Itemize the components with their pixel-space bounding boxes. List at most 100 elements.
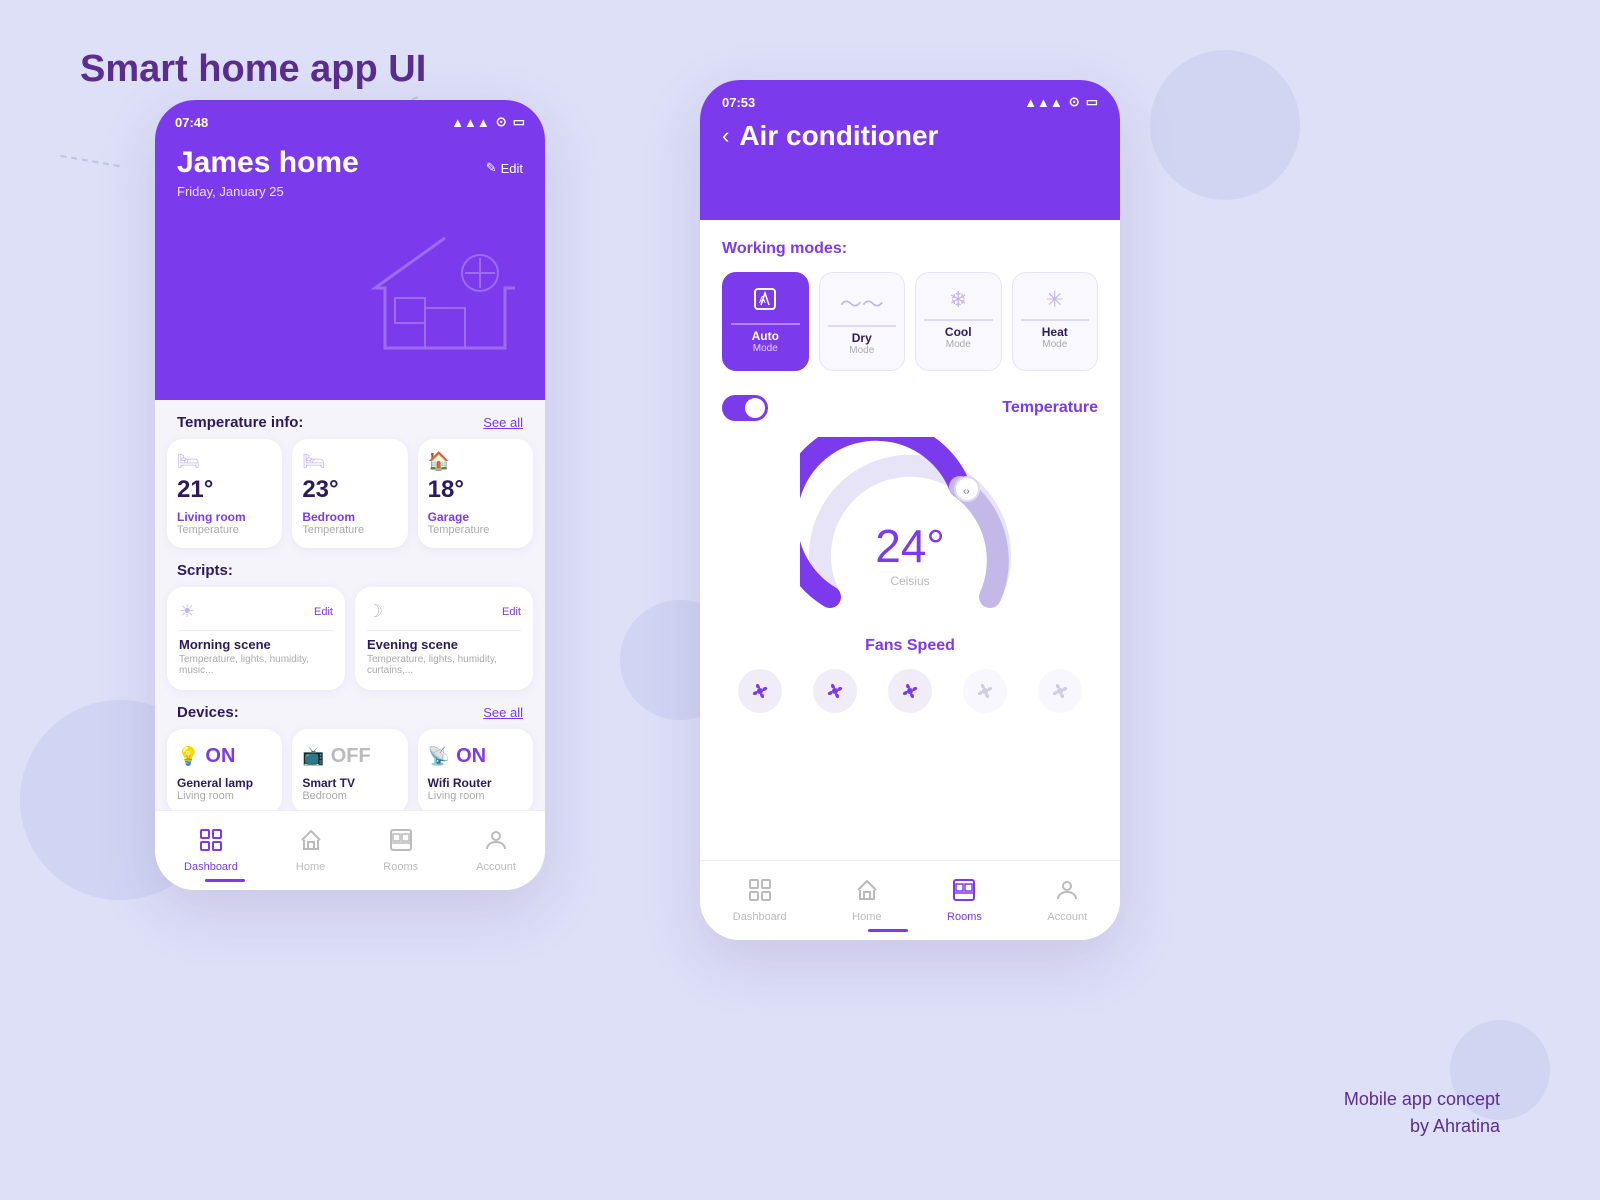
scripts-title: Scripts:: [177, 562, 233, 579]
temp-section-header: Temperature info: See all: [155, 400, 545, 439]
temp-label-living: Temperature: [177, 524, 272, 536]
auto-icon: A: [731, 287, 800, 317]
device-wifi-status-row: 📡 ON: [428, 741, 523, 772]
temp-section-title: Temperature info:: [177, 414, 303, 431]
heat-icon: ✳: [1021, 287, 1090, 313]
temp-card-living[interactable]: 🛏 21° Living room Temperature: [167, 439, 282, 548]
dashboard-icon: [200, 829, 222, 857]
cool-mode-label: Mode: [924, 339, 993, 350]
nav-dashboard[interactable]: Dashboard: [184, 829, 238, 873]
device-tv-status: OFF: [331, 745, 371, 768]
account-icon: [485, 829, 507, 857]
script-morning-edit[interactable]: Edit: [314, 606, 333, 618]
bed-icon: 🛏: [177, 451, 272, 472]
temp-label-bedroom: Temperature: [302, 524, 397, 536]
temp-see-all[interactable]: See all: [483, 415, 523, 430]
script-evening-header: ☽ Edit: [367, 601, 521, 622]
script-evening-desc: Temperature, lights, humidity, curtains,…: [367, 654, 521, 676]
wifi-icon: ⊙: [496, 114, 507, 130]
moon-icon: ☽: [367, 601, 383, 622]
mode-heat[interactable]: ✳ Heat Mode: [1012, 272, 1099, 371]
device-wifi-status: ON: [456, 745, 486, 768]
gauge-svg: ‹› 24° Celsius: [800, 437, 1020, 617]
phone2-nav-dashboard[interactable]: Dashboard: [733, 879, 787, 923]
phone2-home-icon: [856, 879, 878, 907]
nav-account[interactable]: Account: [476, 829, 516, 873]
devices-section-header: Devices: See all: [155, 690, 545, 729]
phone2-wifi-icon: ⊙: [1069, 94, 1080, 110]
mode-cards: A Auto Mode 〜〜 Dry Mode ❄ Cool Mode: [722, 272, 1098, 371]
devices-see-all[interactable]: See all: [483, 705, 523, 720]
phone2-nav-rooms[interactable]: Rooms: [947, 879, 982, 923]
temp-value-bedroom: 23°: [302, 476, 397, 504]
signal-icon: ▲▲▲: [451, 115, 490, 130]
phone2-time: 07:53: [722, 95, 755, 110]
working-modes-title: Working modes:: [722, 240, 1098, 258]
temp-card-bedroom[interactable]: 🛏 23° Bedroom Temperature: [292, 439, 407, 548]
fan-2[interactable]: [813, 669, 857, 713]
device-lamp-room: Living room: [177, 790, 272, 802]
gauge-container: ‹› 24° Celsius: [722, 437, 1098, 617]
phone1: 07:48 ▲▲▲ ⊙ ▭ James home Friday, January…: [155, 100, 545, 890]
script-card-evening[interactable]: ☽ Edit Evening scene Temperature, lights…: [355, 587, 533, 690]
device-card-tv[interactable]: 📺 OFF Smart TV Bedroom: [292, 729, 407, 814]
script-card-morning[interactable]: ☀ Edit Morning scene Temperature, lights…: [167, 587, 345, 690]
nav-indicator: [205, 879, 245, 882]
nav-dashboard-label: Dashboard: [184, 861, 238, 873]
nav-rooms[interactable]: Rooms: [383, 829, 418, 873]
phone2-nav-home[interactable]: Home: [852, 879, 881, 923]
temp-label-garage: Temperature: [428, 524, 523, 536]
phone2-nav-account[interactable]: Account: [1047, 879, 1087, 923]
phone2-nav-dashboard-label: Dashboard: [733, 911, 787, 923]
temp-value-living: 21°: [177, 476, 272, 504]
mode-cool[interactable]: ❄ Cool Mode: [915, 272, 1002, 371]
device-tv-room: Bedroom: [302, 790, 397, 802]
temp-card-garage[interactable]: 🏠 18° Garage Temperature: [418, 439, 533, 548]
toggle-knob: [745, 398, 765, 418]
home-icon: [300, 829, 322, 857]
device-card-lamp[interactable]: 💡 ON General lamp Living room: [167, 729, 282, 814]
wifi-router-icon: 📡: [428, 746, 450, 767]
temp-room-bedroom: Bedroom: [302, 510, 397, 524]
edit-button[interactable]: ✎ Edit: [486, 160, 523, 176]
page-title: Smart home app UI: [80, 48, 426, 91]
device-tv-name: Smart TV: [302, 776, 397, 790]
phone2-status-bar: 07:53 ▲▲▲ ⊙ ▭: [722, 80, 1098, 120]
rooms-icon: [390, 829, 412, 857]
phone1-status-icons: ▲▲▲ ⊙ ▭: [451, 114, 525, 130]
device-lamp-name: General lamp: [177, 776, 272, 790]
temp-toggle[interactable]: [722, 395, 768, 421]
nav-home[interactable]: Home: [296, 829, 325, 873]
fan-4[interactable]: [963, 669, 1007, 713]
device-wifi-room: Living room: [428, 790, 523, 802]
script-evening-edit[interactable]: Edit: [502, 606, 521, 618]
phone2-rooms-icon: [953, 879, 975, 907]
fan-3[interactable]: [888, 669, 932, 713]
phone2-battery-icon: ▭: [1086, 94, 1098, 110]
device-card-wifi[interactable]: 📡 ON Wifi Router Living room: [418, 729, 533, 814]
script-evening-name: Evening scene: [367, 637, 521, 652]
phone2-title-row: ‹ Air conditioner: [722, 120, 1098, 152]
battery-icon: ▭: [513, 114, 525, 130]
phone2-nav-indicator: [868, 929, 908, 932]
mode-auto[interactable]: A Auto Mode: [722, 272, 809, 371]
fans-row: [722, 669, 1098, 713]
temp-cards: 🛏 21° Living room Temperature 🛏 23° Bedr…: [155, 439, 545, 548]
cool-mode-name: Cool: [924, 325, 993, 339]
fan-5[interactable]: [1038, 669, 1082, 713]
phone2-account-icon: [1056, 879, 1078, 907]
device-wifi-name: Wifi Router: [428, 776, 523, 790]
temp-room-living: Living room: [177, 510, 272, 524]
lamp-icon: 💡: [177, 746, 199, 767]
device-tv-status-row: 📺 OFF: [302, 741, 397, 772]
fan-1[interactable]: [738, 669, 782, 713]
nav-rooms-label: Rooms: [383, 861, 418, 873]
mode-dry[interactable]: 〜〜 Dry Mode: [819, 272, 906, 371]
auto-mode-label: Mode: [731, 343, 800, 354]
device-cards: 💡 ON General lamp Living room 📺 OFF Smar…: [155, 729, 545, 814]
temp-control-label: Temperature: [1002, 399, 1098, 417]
air-conditioner-title: Air conditioner: [739, 120, 938, 152]
garage-icon: 🏠: [428, 451, 523, 472]
back-button[interactable]: ‹: [722, 123, 729, 149]
phone2-header: 07:53 ▲▲▲ ⊙ ▭ ‹ Air conditioner: [700, 80, 1120, 220]
